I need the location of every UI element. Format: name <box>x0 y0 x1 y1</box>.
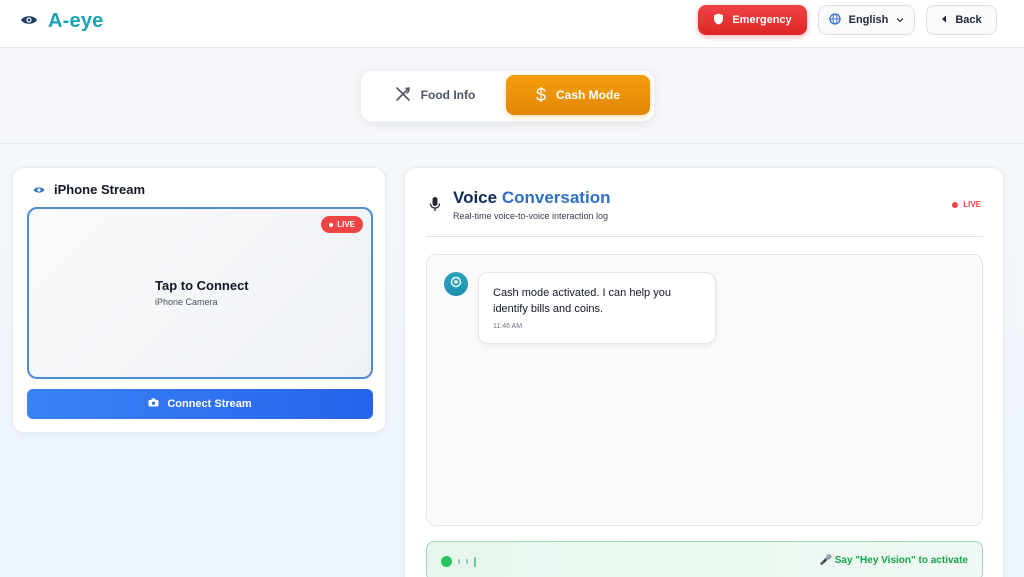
tab-cash-mode[interactable]: $ Cash Mode <box>506 75 650 115</box>
target-icon <box>450 275 462 293</box>
live-dot <box>952 201 959 208</box>
chevron-down-icon <box>896 14 904 26</box>
language-label: English <box>848 14 889 26</box>
connect-stream-label: Connect Stream <box>167 398 252 410</box>
app-logo[interactable]: A-eye <box>20 10 103 33</box>
stream-header: iPhone Stream <box>33 182 145 197</box>
live-dot <box>329 222 334 227</box>
listening-dot <box>441 556 452 567</box>
voice-subtitle: Real-time voice-to-voice interaction log <box>453 211 609 221</box>
emergency-label: Emergency <box>732 14 792 26</box>
waveform-bar <box>474 556 476 567</box>
globe-icon <box>828 12 841 28</box>
connect-stream-button[interactable]: Connect Stream <box>27 389 373 419</box>
waveform-bar <box>458 559 460 564</box>
message-time: 11:46 AM <box>493 323 523 330</box>
divider <box>426 236 983 237</box>
audio-waveform <box>441 556 476 567</box>
conversation-log[interactable]: Cash mode activated. I can help you iden… <box>426 254 983 526</box>
live-badge: LIVE <box>321 216 363 233</box>
mode-switch: Food Info $ Cash Mode <box>360 70 655 122</box>
stream-title: iPhone Stream <box>54 182 146 197</box>
top-header: A-eye Emergency English Back <box>0 0 1024 48</box>
microphone-icon <box>429 196 441 217</box>
voice-title-part1: Voice <box>453 188 498 207</box>
mode-band: Food Info $ Cash Mode <box>0 48 1024 144</box>
live-badge-label: LIVE <box>337 220 355 229</box>
iphone-stream-card: iPhone Stream LIVE Tap to Connect iPhone… <box>12 167 386 433</box>
back-label: Back <box>955 14 982 26</box>
assistant-avatar <box>444 272 468 296</box>
eye-icon <box>20 13 38 31</box>
waveform-bar <box>466 559 468 564</box>
tab-food-info[interactable]: Food Info <box>365 75 505 115</box>
utensils-icon <box>395 86 411 105</box>
camera-icon <box>148 398 159 410</box>
voice-live-indicator: LIVE <box>952 200 981 209</box>
message-bubble: Cash mode activated. I can help you iden… <box>478 272 716 344</box>
chevron-left-icon <box>941 14 947 26</box>
voice-title-part2: Conversation <box>501 188 611 207</box>
back-button[interactable]: Back <box>926 5 997 35</box>
tap-to-connect-title: Tap to Connect <box>155 278 249 293</box>
wake-word-hint: 🎤 Say "Hey Vision" to activate <box>819 555 968 566</box>
dollar-icon: $ <box>535 85 546 105</box>
tab-cash-label: Cash Mode <box>556 88 621 102</box>
tap-to-connect-subtitle: iPhone Camera <box>155 297 218 307</box>
shield-icon <box>713 13 724 28</box>
message-text: Cash mode activated. I can help you iden… <box>493 287 671 315</box>
stream-preview[interactable]: LIVE Tap to Connect iPhone Camera <box>27 207 373 379</box>
voice-live-label: LIVE <box>963 200 981 209</box>
tab-food-label: Food Info <box>420 88 476 102</box>
language-select[interactable]: English <box>818 5 915 35</box>
voice-conversation-card: Voice Conversation Real-time voice-to-vo… <box>404 167 1004 577</box>
emergency-button[interactable]: Emergency <box>698 5 807 35</box>
eye-icon <box>33 182 45 197</box>
wake-word-bar[interactable]: 🎤 Say "Hey Vision" to activate <box>426 541 983 577</box>
voice-title: Voice Conversation <box>453 188 610 208</box>
app-name: A-eye <box>48 10 104 32</box>
